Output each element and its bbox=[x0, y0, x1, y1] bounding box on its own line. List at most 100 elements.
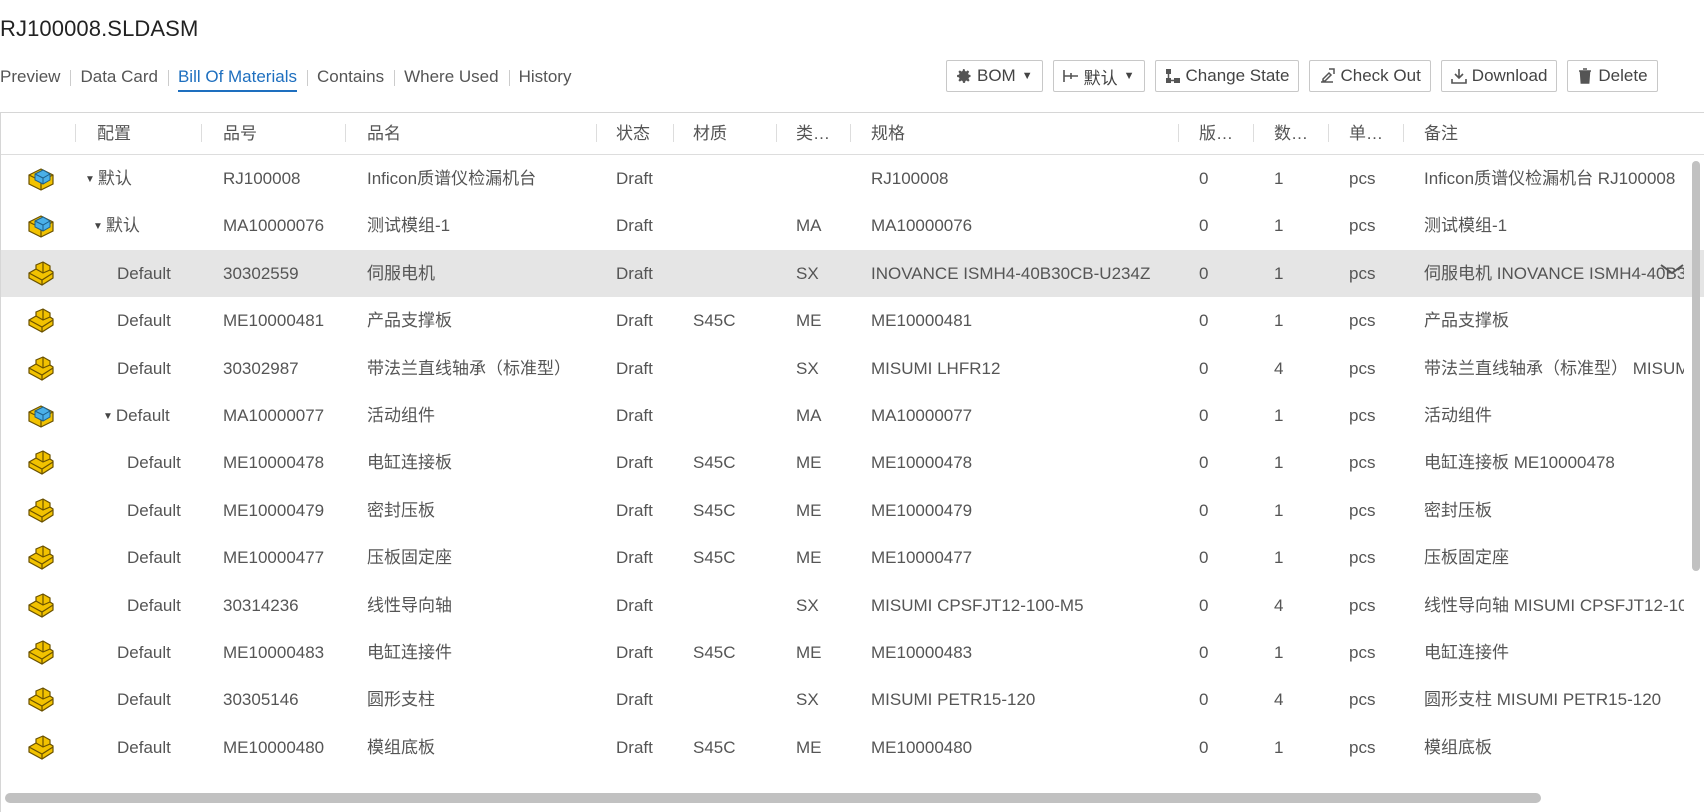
column-header-part-name[interactable]: 品名 bbox=[367, 113, 587, 154]
cell-unit: pcs bbox=[1349, 406, 1376, 425]
workflow-icon bbox=[1164, 67, 1182, 85]
column-divider[interactable] bbox=[1403, 124, 1404, 142]
expand-toggle-icon[interactable]: ▼ bbox=[103, 393, 113, 439]
cell-note: 密封压板 bbox=[1424, 500, 1492, 520]
vertical-scrollbar[interactable] bbox=[1692, 161, 1700, 571]
cell-qty: 1 bbox=[1274, 406, 1284, 425]
column-header-spec[interactable]: 规格 bbox=[871, 113, 1171, 154]
cell-name: 压板固定座 bbox=[367, 548, 452, 568]
assembly-icon bbox=[26, 166, 56, 192]
cell-note: 伺服电机 INOVANCE ISMH4-40B30CB-U234Z bbox=[1424, 263, 1684, 283]
part-icon bbox=[26, 261, 56, 287]
column-divider[interactable] bbox=[776, 124, 777, 142]
column-divider[interactable] bbox=[1253, 124, 1254, 142]
column-divider[interactable] bbox=[75, 124, 76, 142]
column-divider[interactable] bbox=[850, 124, 851, 142]
cell-name: Inficon质谱仪检漏机台 bbox=[367, 169, 537, 188]
tab-preview[interactable]: Preview bbox=[0, 66, 70, 96]
column-header-remarks[interactable]: 备注 bbox=[1424, 113, 1624, 154]
cell-config: Default bbox=[117, 629, 237, 676]
cell-cls: SX bbox=[796, 595, 819, 615]
cell-spec: ME10000479 bbox=[871, 500, 973, 520]
column-divider[interactable] bbox=[1178, 124, 1179, 142]
column-divider[interactable] bbox=[596, 124, 597, 142]
change-state-button[interactable]: Change State bbox=[1154, 60, 1300, 92]
expand-toggle-icon[interactable]: ▼ bbox=[85, 156, 95, 202]
table-row[interactable]: Default 30314236 线性导向轴 Draft SX MISUMI CPSFJT… bbox=[1, 582, 1704, 629]
cell-unit: pcs bbox=[1349, 643, 1376, 662]
table-header: 配置 品号 品名 状态 材质 类… 规格 版… 数… 单… 备注 bbox=[1, 113, 1704, 155]
download-button-label: Download bbox=[1471, 66, 1548, 85]
cell-ver: 0 bbox=[1199, 548, 1209, 568]
column-header-part-no[interactable]: 品号 bbox=[223, 113, 343, 154]
tab-bar: Preview Data Card Bill Of Materials Cont… bbox=[0, 66, 581, 96]
cell-cls: SX bbox=[796, 690, 819, 710]
cell-state: Draft bbox=[616, 263, 653, 283]
tab-bill-of-materials[interactable]: Bill Of Materials bbox=[167, 66, 307, 96]
cell-qty: 4 bbox=[1274, 690, 1284, 710]
configuration-icon bbox=[1062, 67, 1080, 85]
tab-history[interactable]: History bbox=[508, 66, 582, 96]
column-header-class[interactable]: 类… bbox=[796, 113, 846, 154]
table-row[interactable]: Default ME10000480 模组底板 Draft S45C ME ME100004… bbox=[1, 724, 1704, 771]
row-expand-chevron-icon[interactable] bbox=[1659, 262, 1687, 280]
cell-cls: ME bbox=[796, 548, 822, 568]
column-header-config[interactable]: 配置 bbox=[97, 113, 197, 154]
cell-mat: S45C bbox=[693, 548, 736, 568]
column-header-unit[interactable]: 单… bbox=[1349, 113, 1399, 154]
config-value: Default bbox=[117, 263, 171, 283]
table-row[interactable]: Default 30302987 带法兰直线轴承（标准型） Draft SX MISUMI… bbox=[1, 345, 1704, 392]
config-value: 默认 bbox=[97, 169, 132, 188]
cell-state: Draft bbox=[616, 358, 653, 378]
column-header-material[interactable]: 材质 bbox=[693, 113, 773, 154]
cell-state: Draft bbox=[616, 216, 653, 236]
download-button[interactable]: Download bbox=[1440, 60, 1558, 92]
column-divider[interactable] bbox=[345, 124, 346, 142]
configuration-dropdown-button[interactable]: 默认 ▼ bbox=[1052, 60, 1145, 92]
table-row[interactable]: ▼ Default MA10000077 活动组件 Draft MA MA10000077 0… bbox=[1, 392, 1704, 439]
table-row[interactable]: Default ME10000483 电缸连接件 Draft S45C ME ME10000… bbox=[1, 629, 1704, 676]
horizontal-scrollbar[interactable] bbox=[5, 793, 1541, 803]
column-header-version[interactable]: 版… bbox=[1199, 113, 1249, 154]
check-out-button[interactable]: Check Out bbox=[1309, 60, 1431, 92]
tab-contains[interactable]: Contains bbox=[306, 66, 394, 96]
cell-state: Draft bbox=[616, 169, 653, 188]
cell-qty: 1 bbox=[1274, 169, 1284, 188]
cell-cls: ME bbox=[796, 737, 822, 757]
table-row[interactable]: ▼ 默认 MA10000076 测试模组-1 Draft MA MA10000076 0 1 pc… bbox=[1, 202, 1704, 249]
table-row[interactable]: Default ME10000479 密封压板 Draft S45C ME ME100004… bbox=[1, 487, 1704, 534]
cell-no: ME10000477 bbox=[223, 548, 325, 568]
delete-button[interactable]: Delete bbox=[1567, 60, 1658, 92]
column-divider[interactable] bbox=[1328, 124, 1329, 142]
cell-mat: S45C bbox=[693, 453, 736, 473]
cell-mat bbox=[693, 345, 773, 392]
cell-name: 密封压板 bbox=[367, 500, 435, 520]
part-icon bbox=[26, 640, 56, 666]
tab-data-card[interactable]: Data Card bbox=[70, 66, 167, 96]
cell-config: ▼ 默认 bbox=[85, 155, 205, 202]
tab-where-used[interactable]: Where Used bbox=[394, 66, 508, 96]
column-header-quantity[interactable]: 数… bbox=[1274, 113, 1324, 154]
table-row[interactable]: Default ME10000481 产品支撑板 Draft S45C ME ME10000… bbox=[1, 297, 1704, 344]
cell-no: 30305146 bbox=[223, 690, 299, 710]
config-value: Default bbox=[115, 406, 170, 425]
table-row[interactable]: Default 30305146 圆形支柱 Draft SX MISUMI PETR15-… bbox=[1, 676, 1704, 723]
table-row[interactable]: Default ME10000477 压板固定座 Draft S45C ME ME10000… bbox=[1, 534, 1704, 581]
table-row[interactable]: ▼ 默认 RJ100008 Inficon质谱仪检漏机台 Draft RJ100008 0 1… bbox=[1, 155, 1704, 202]
config-value: Default bbox=[127, 595, 181, 615]
cell-cls: MA bbox=[796, 406, 822, 425]
cell-spec: RJ100008 bbox=[871, 169, 949, 188]
expand-toggle-icon[interactable]: ▼ bbox=[93, 203, 103, 249]
table-row[interactable]: Default ME10000478 电缸连接板 Draft S45C ME ME10000… bbox=[1, 439, 1704, 486]
cell-qty: 1 bbox=[1274, 500, 1284, 520]
column-header-state[interactable]: 状态 bbox=[616, 113, 671, 154]
cell-note: 电缸连接件 bbox=[1424, 643, 1509, 662]
cell-name: 产品支撑板 bbox=[367, 311, 452, 331]
column-divider[interactable] bbox=[201, 124, 202, 142]
column-divider[interactable] bbox=[673, 124, 674, 142]
bom-dropdown-button[interactable]: BOM ▼ bbox=[946, 60, 1043, 92]
cell-no: ME10000478 bbox=[223, 453, 325, 473]
cell-spec: INOVANCE ISMH4-40B30CB-U234Z bbox=[871, 263, 1151, 283]
table-row[interactable]: Default 30302559 伺服电机 Draft SX INOVANCE ISMH4… bbox=[1, 249, 1704, 297]
cell-note: 测试模组-1 bbox=[1424, 216, 1508, 236]
